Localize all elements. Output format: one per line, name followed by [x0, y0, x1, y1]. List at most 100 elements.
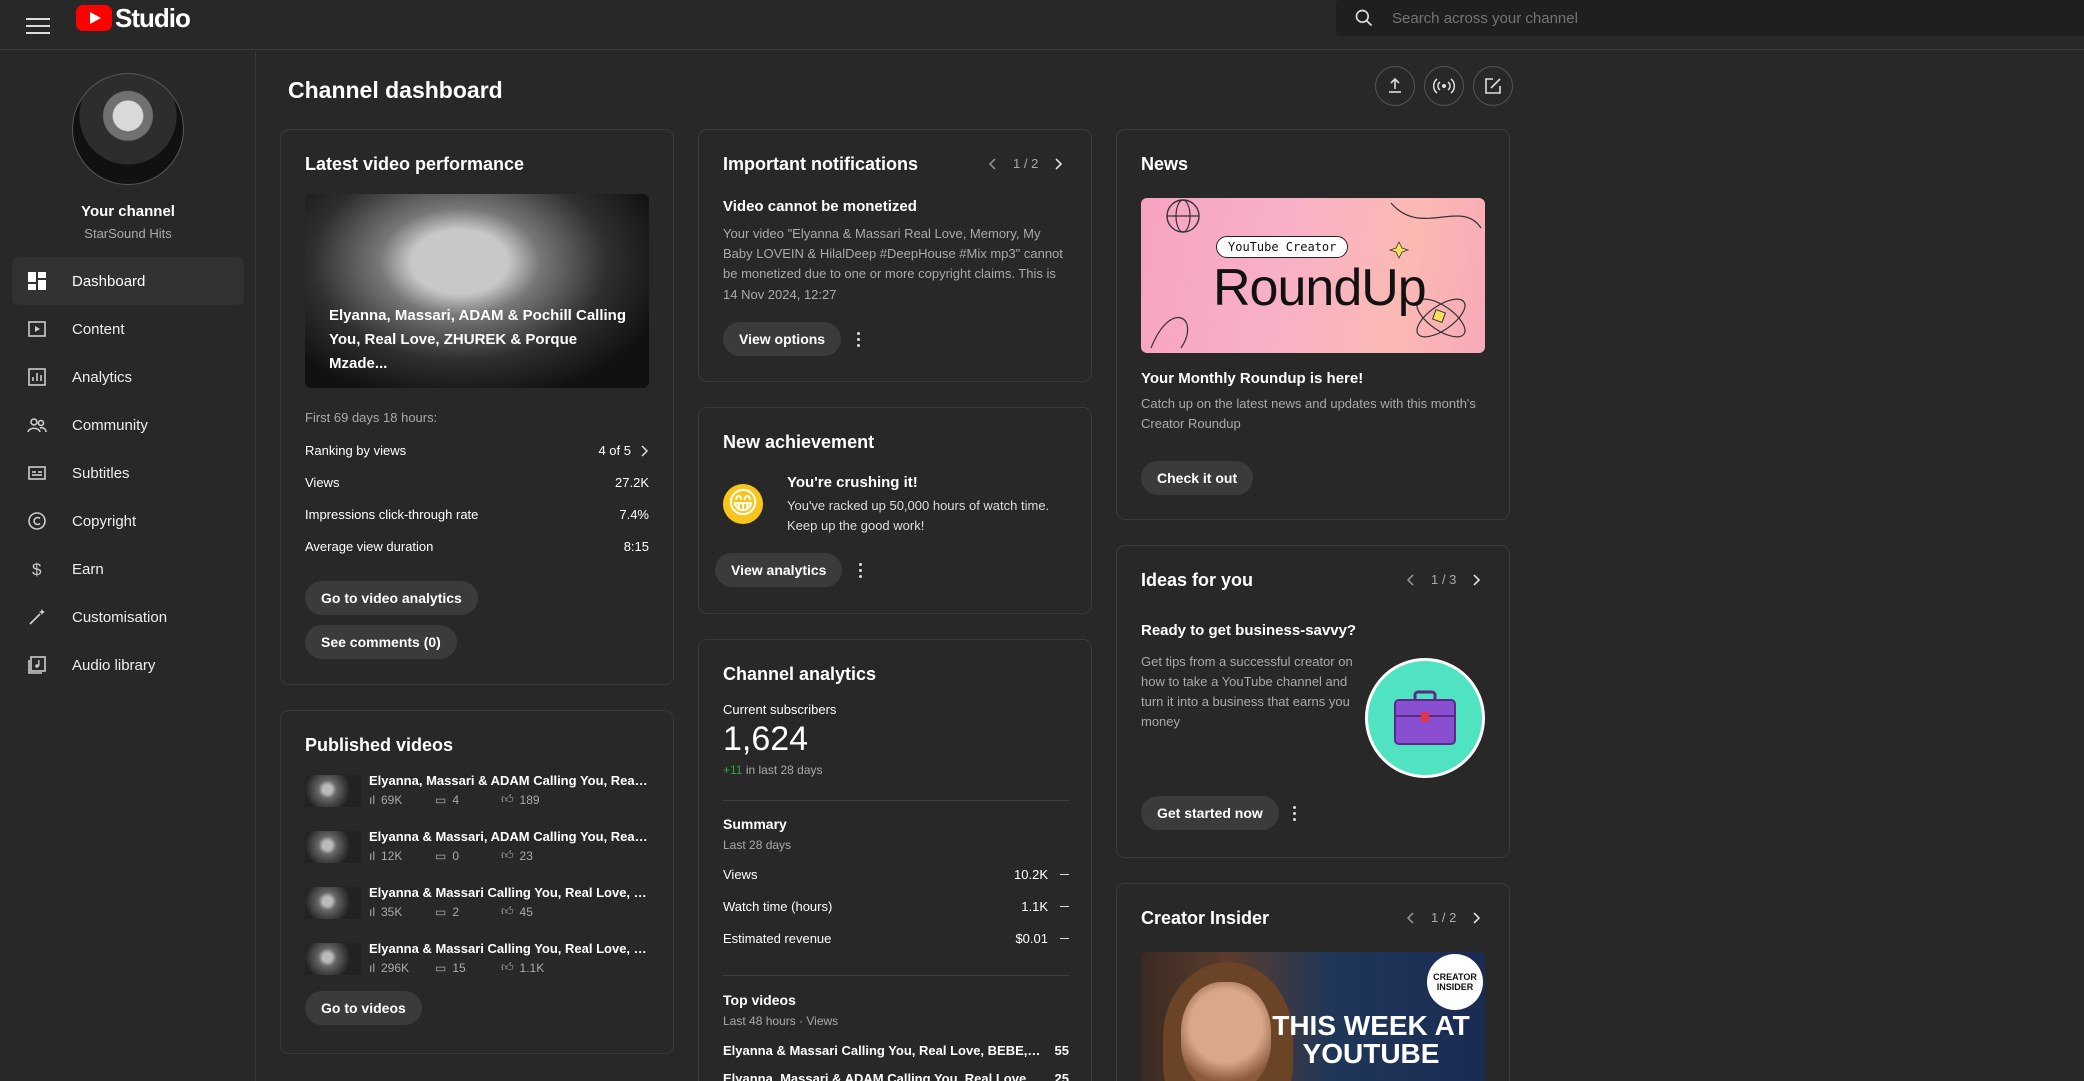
trend-flat-icon: [1060, 938, 1069, 939]
subscribers-count: 1,624: [723, 720, 809, 758]
sidebar-item-earn[interactable]: $ Earn: [12, 545, 244, 593]
creator-insider-thumbnail[interactable]: THIS WEEK AT YOUTUBE CREATOR INSIDER: [1141, 952, 1485, 1081]
summary-label: Views: [723, 867, 758, 882]
achievement-body: You've racked up 50,000 hours of watch t…: [787, 498, 1050, 533]
search-bar[interactable]: [1336, 0, 2084, 36]
top-video-row[interactable]: Elyanna, Massari & ADAM Calling You, Rea…: [723, 1071, 1069, 1081]
page-indicator: 1 / 3: [1431, 572, 1457, 587]
creator-roundup-image[interactable]: YouTube Creator RoundUp: [1141, 198, 1485, 353]
community-icon: [26, 414, 48, 436]
more-options-icon[interactable]: [849, 330, 867, 348]
roundup-wordmark: RoundUp: [1213, 259, 1427, 317]
divider: [723, 800, 1069, 801]
list-item[interactable]: Elyanna & Massari Calling You, Real Love…: [305, 885, 649, 923]
get-started-now-button[interactable]: Get started now: [1141, 796, 1279, 830]
check-it-out-button[interactable]: Check it out: [1141, 461, 1254, 495]
idea-heading: Ready to get business-savvy?: [1141, 622, 1357, 639]
video-thumbnail: [305, 831, 361, 863]
chevron-right-icon[interactable]: [1470, 573, 1482, 586]
page-indicator: 1 / 2: [1431, 910, 1457, 925]
list-item[interactable]: Elyanna & Massari, ADAM Calling You, Rea…: [305, 829, 649, 867]
studio-logo[interactable]: Studio: [76, 3, 191, 33]
channel-name: StarSound Hits: [84, 226, 172, 241]
channel-avatar[interactable]: [72, 73, 184, 185]
more-options-icon[interactable]: [1285, 804, 1303, 822]
summary-value: 1.1K: [1021, 899, 1048, 914]
subscribers-change: +11: [723, 763, 743, 777]
sidebar-item-subtitles[interactable]: Subtitles: [12, 449, 244, 497]
sidebar-item-copyright[interactable]: Copyright: [12, 497, 244, 545]
insider-pager: 1 / 2: [1405, 910, 1482, 925]
upload-button[interactable]: [1375, 66, 1415, 106]
ideas-card: Ideas for you 1 / 3 Ready to get busines…: [1116, 545, 1510, 858]
chevron-left-icon[interactable]: [1405, 573, 1417, 586]
top-video-title: Elyanna & Massari Calling You, Real Love…: [723, 1043, 1043, 1058]
views-icon: ıl: [369, 960, 375, 975]
list-item[interactable]: Elyanna, Massari & ADAM Calling You, Rea…: [305, 773, 649, 811]
video-title: Elyanna & Massari Calling You, Real Love…: [369, 885, 649, 900]
earn-icon: $: [26, 558, 48, 580]
content-icon: [26, 318, 48, 340]
summary-row-revenue: Estimated revenue $0.01: [723, 931, 1069, 946]
search-input[interactable]: [1392, 9, 1992, 27]
card-title: Published videos: [305, 735, 454, 755]
sidebar-nav: Dashboard Content Analytics Community Su…: [12, 257, 244, 689]
comments-icon: ▭: [435, 848, 447, 863]
likes-icon: 👍︎: [501, 904, 514, 918]
see-comments-button[interactable]: See comments (0): [305, 625, 457, 659]
divider: [723, 975, 1069, 976]
sidebar-item-customisation[interactable]: Customisation: [12, 593, 244, 641]
subtitles-icon: [26, 462, 48, 484]
sidebar-item-content[interactable]: Content: [12, 305, 244, 353]
go-live-button[interactable]: [1424, 66, 1464, 106]
top-videos-title: Top videos: [723, 992, 796, 1008]
achievement-card: New achievement 😁 You're crushing it! Yo…: [698, 407, 1092, 614]
sidebar-item-audio-library[interactable]: Audio library: [12, 641, 244, 689]
list-item[interactable]: Elyanna & Massari Calling You, Real Love…: [305, 941, 649, 979]
sidebar-item-dashboard[interactable]: Dashboard: [12, 257, 244, 305]
top-video-views: 55: [1054, 1043, 1069, 1058]
more-options-icon[interactable]: [851, 561, 869, 579]
go-to-videos-button[interactable]: Go to videos: [305, 991, 422, 1025]
video-thumbnail-title: Elyanna, Massari, ADAM & Pochill Calling…: [329, 307, 627, 372]
top-video-row[interactable]: Elyanna & Massari Calling You, Real Love…: [723, 1043, 1069, 1058]
ranking-row[interactable]: Ranking by views 4 of 5: [305, 443, 649, 458]
card-title: Creator Insider: [1141, 908, 1270, 928]
likes-icon: 👍︎: [501, 792, 514, 806]
video-thumbnail: [305, 887, 361, 919]
idea-body: Get tips from a successful creator on ho…: [1141, 654, 1353, 729]
chevron-right-icon[interactable]: [1470, 911, 1482, 924]
menu-icon[interactable]: [26, 14, 50, 36]
notification-title: Video cannot be monetized: [723, 198, 917, 215]
views-icon: ıl: [369, 904, 375, 919]
audio-library-icon: [26, 654, 48, 676]
creator-insider-badge: CREATOR INSIDER: [1427, 954, 1483, 1010]
video-thumbnail[interactable]: Elyanna, Massari, ADAM & Pochill Calling…: [305, 194, 649, 388]
sidebar-item-analytics[interactable]: Analytics: [12, 353, 244, 401]
chevron-left-icon[interactable]: [1405, 911, 1417, 924]
sidebar-item-community[interactable]: Community: [12, 401, 244, 449]
presenter-face: [1181, 982, 1271, 1081]
sidebar-item-label: Content: [72, 320, 125, 338]
create-post-button[interactable]: [1473, 66, 1513, 106]
stat-value: 7.4%: [619, 507, 649, 522]
views-icon: ıl: [369, 792, 375, 807]
top-video-views: 25: [1054, 1071, 1069, 1081]
upload-icon: [1389, 77, 1401, 93]
view-analytics-button[interactable]: View analytics: [715, 553, 843, 587]
video-title: Elyanna & Massari Calling You, Real Love…: [369, 941, 649, 956]
comments-count: 15: [452, 960, 466, 975]
stat-row-avd: Average view duration 8:15: [305, 539, 649, 554]
view-options-button[interactable]: View options: [723, 322, 842, 356]
views-count: 35K: [381, 904, 403, 919]
go-to-video-analytics-button[interactable]: Go to video analytics: [305, 581, 478, 615]
news-body: Catch up on the latest news and updates …: [1141, 396, 1476, 431]
customisation-icon: [26, 606, 48, 628]
video-thumbnail: [305, 775, 361, 807]
chevron-left-icon[interactable]: [987, 157, 999, 170]
video-title: Elyanna & Massari, ADAM Calling You, Rea…: [369, 829, 649, 844]
sidebar-item-label: Community: [72, 416, 148, 434]
comments-icon: ▭: [435, 904, 447, 919]
sidebar-item-label: Dashboard: [72, 272, 146, 290]
chevron-right-icon[interactable]: [1052, 157, 1064, 170]
